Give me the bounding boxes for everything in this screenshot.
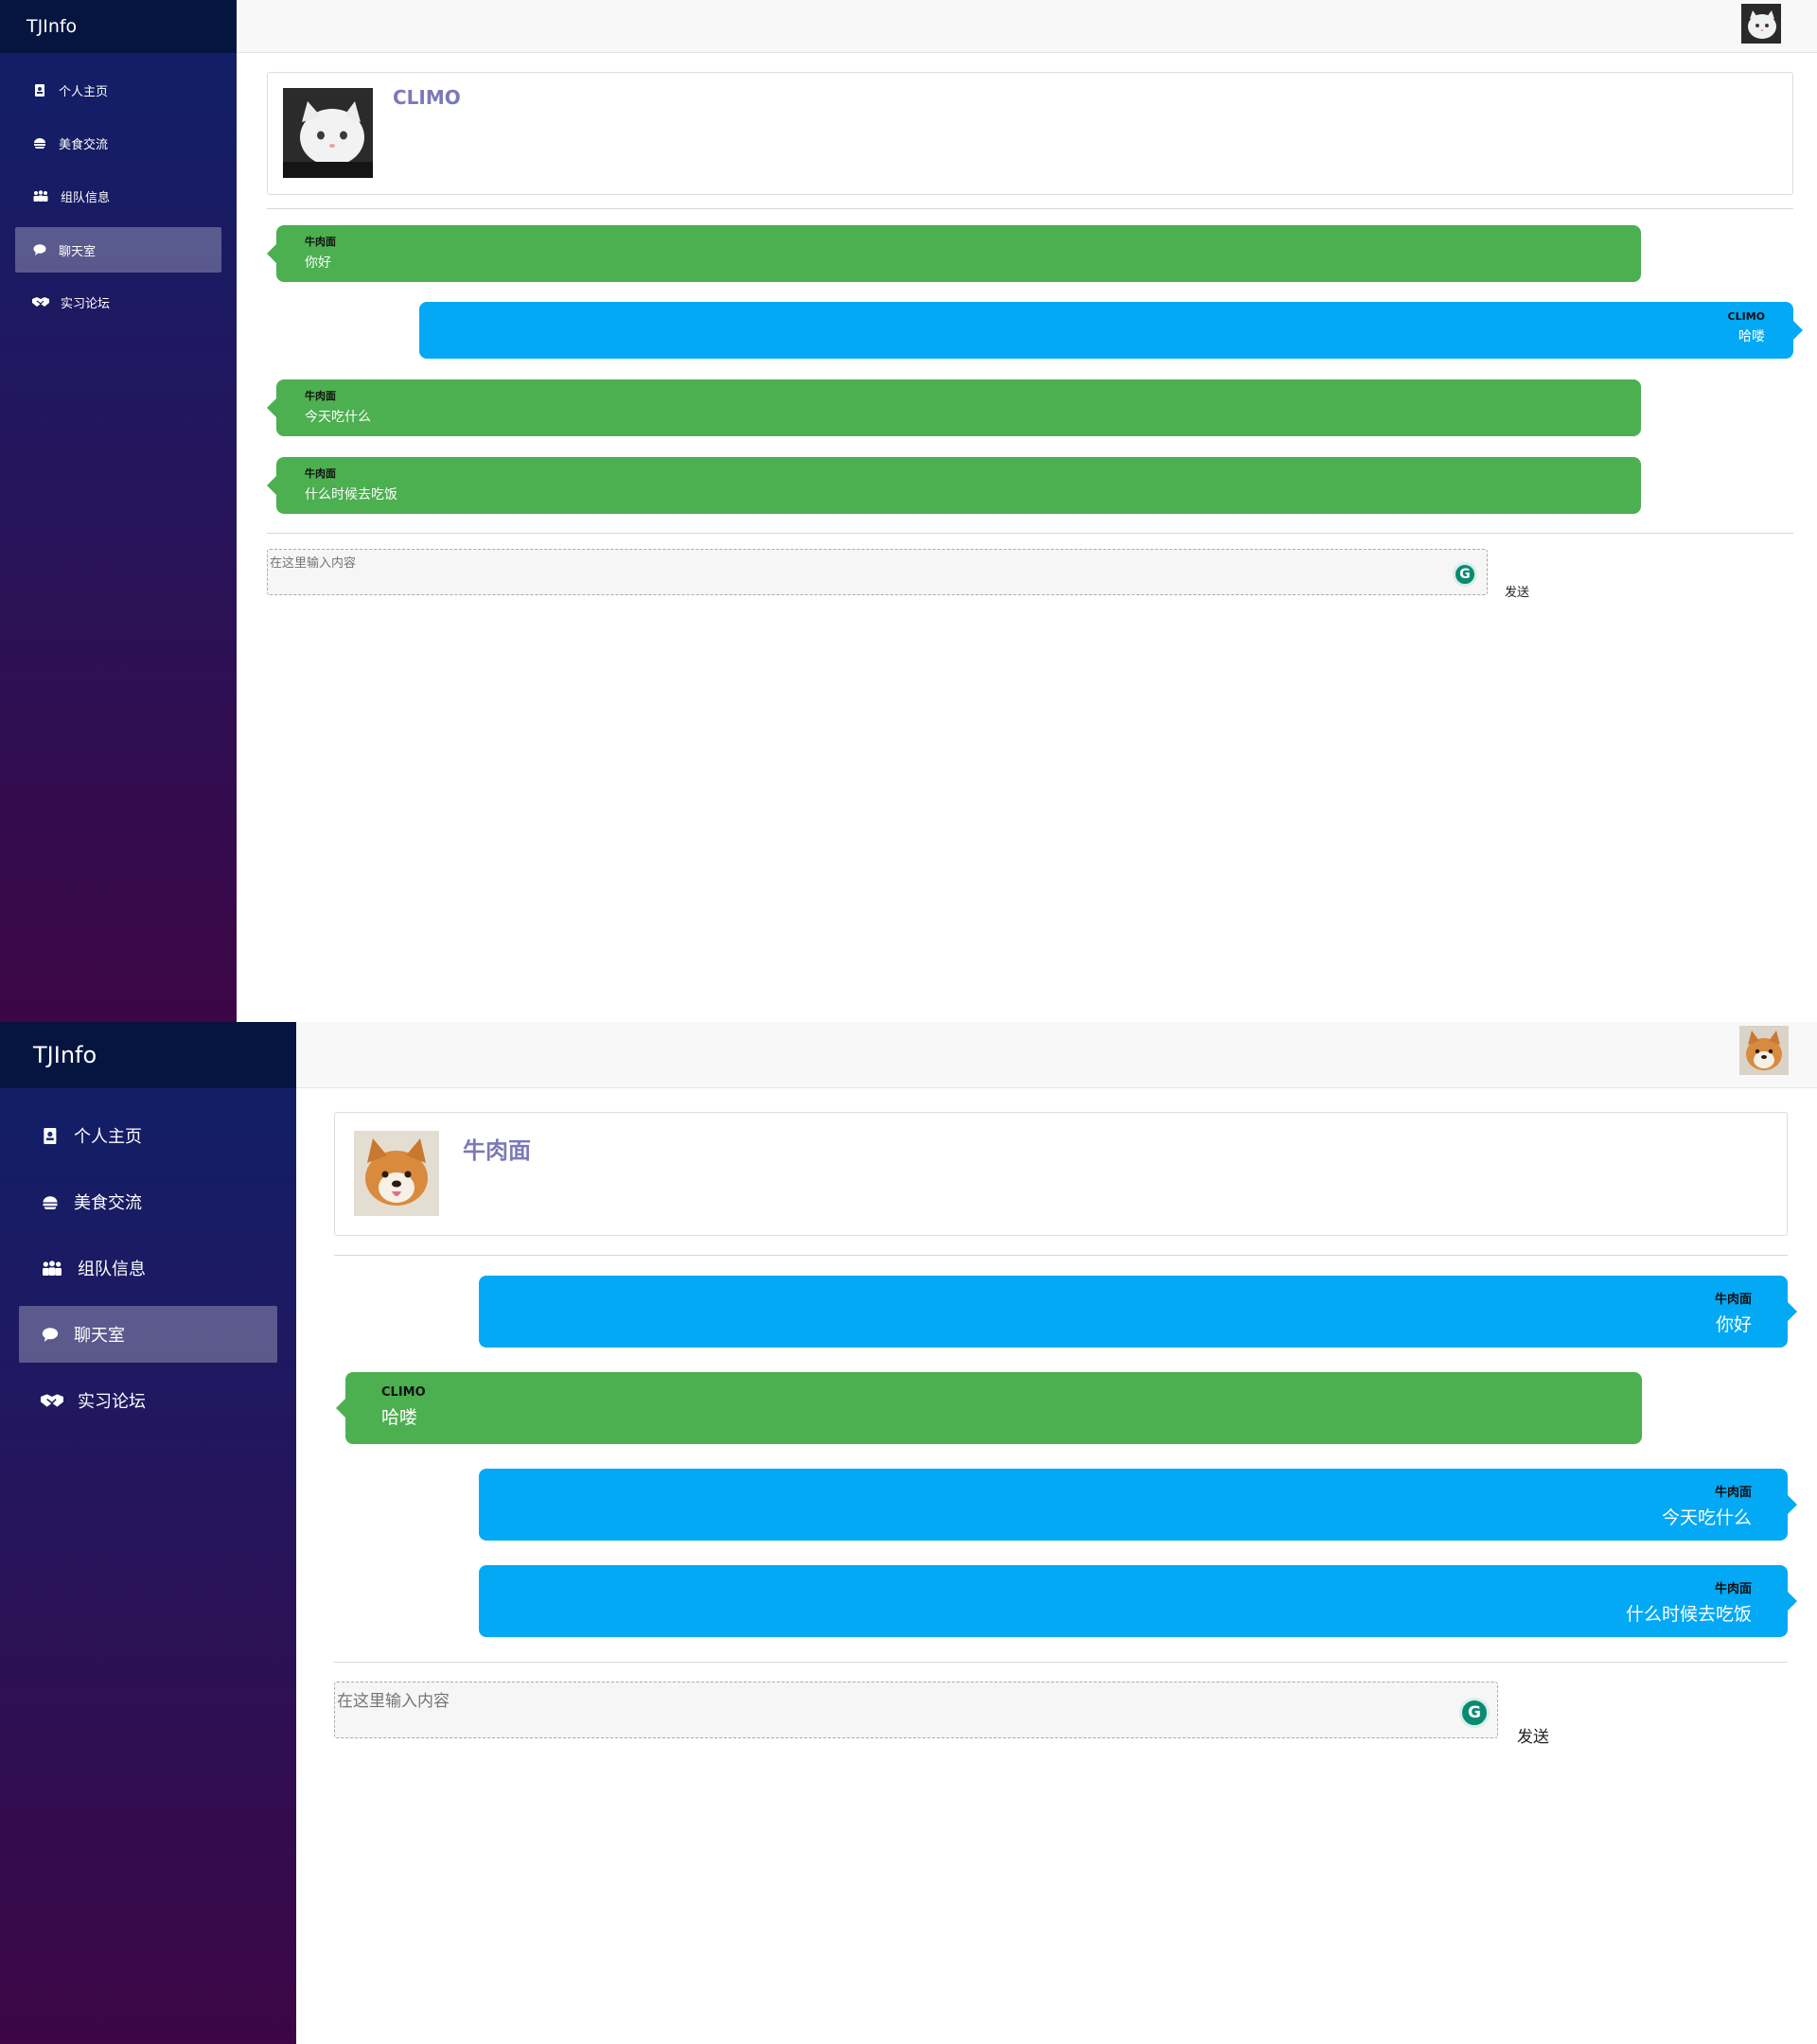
message-bubble: 牛肉面 什么时候去吃饭 xyxy=(479,1565,1797,1637)
profile-name: CLIMO xyxy=(393,86,461,109)
bubble-tail xyxy=(1792,320,1803,341)
chat-bubble-icon xyxy=(38,1327,62,1342)
user-avatar[interactable] xyxy=(1741,4,1781,44)
handshake-icon xyxy=(38,1393,66,1408)
sidebar-item-label: 美食交流 xyxy=(74,1193,142,1213)
message-text: 什么时候去吃饭 xyxy=(305,487,397,502)
profile-name: 牛肉面 xyxy=(463,1137,531,1164)
divider xyxy=(334,1662,1788,1663)
sidebar-item-food[interactable]: 美食交流 xyxy=(15,123,221,163)
bubble-tail xyxy=(267,243,277,264)
bubble-tail xyxy=(267,397,277,418)
message-bubble: 牛肉面 你好 xyxy=(479,1276,1797,1348)
profile-card: CLIMO xyxy=(267,72,1793,195)
message-input-wrapper: G xyxy=(267,549,1488,595)
message-text: 哈喽 xyxy=(1738,329,1765,344)
food-icon xyxy=(30,137,49,149)
message-text: 哈喽 xyxy=(381,1407,418,1428)
sidebar-item-label: 个人主页 xyxy=(59,84,109,99)
message-sender: 牛肉面 xyxy=(305,390,336,402)
message-sender: 牛肉面 xyxy=(305,467,336,480)
bubble-tail xyxy=(267,475,277,496)
message-bubble: 牛肉面 今天吃什么 xyxy=(479,1469,1797,1541)
message-bubble: CLIMO 哈喽 xyxy=(336,1372,1642,1444)
message-sender: 牛肉面 xyxy=(1714,1486,1752,1500)
profile-card: 牛肉面 xyxy=(334,1112,1788,1236)
chat-view-niuroumian: TJInfo 个人主页 美食交流 组队信息 聊天室 实习论坛 牛肉面 牛肉面 你… xyxy=(0,1022,1817,2044)
sidebar-item-team[interactable]: 组队信息 xyxy=(15,176,221,216)
message-text: 你好 xyxy=(305,256,331,271)
food-icon xyxy=(38,1195,62,1209)
message-bubble: 牛肉面 你好 xyxy=(267,225,1641,282)
bubble-tail xyxy=(1787,1494,1797,1515)
sidebar-item-label: 组队信息 xyxy=(61,190,111,205)
sidebar-item-label: 美食交流 xyxy=(59,137,109,152)
sidebar-item-team[interactable]: 组队信息 xyxy=(19,1242,277,1295)
message-text: 今天吃什么 xyxy=(1661,1507,1752,1528)
bubble-tail xyxy=(1787,1591,1797,1612)
message-sender: 牛肉面 xyxy=(305,236,336,248)
team-icon xyxy=(30,190,51,202)
topbar xyxy=(237,0,1817,53)
team-icon xyxy=(38,1260,66,1276)
dog-avatar-icon xyxy=(354,1131,439,1216)
sidebar-item-label: 个人主页 xyxy=(74,1127,142,1147)
bubble-tail xyxy=(336,1398,346,1418)
sidebar: TJInfo 个人主页 美食交流 组队信息 聊天室 实习论坛 xyxy=(0,0,237,1022)
handshake-icon xyxy=(30,296,51,308)
bubble-tail xyxy=(1787,1301,1797,1322)
sidebar-item-food[interactable]: 美食交流 xyxy=(19,1175,277,1228)
cat-avatar-icon xyxy=(283,88,373,178)
sidebar-item-forum[interactable]: 实习论坛 xyxy=(19,1374,277,1427)
sidebar-item-forum[interactable]: 实习论坛 xyxy=(15,282,221,322)
divider xyxy=(267,208,1793,209)
send-button[interactable]: 发送 xyxy=(1505,582,1529,600)
message-bubble: 牛肉面 今天吃什么 xyxy=(267,379,1641,436)
profile-photo xyxy=(283,88,373,178)
message-input[interactable] xyxy=(268,550,1487,594)
message-bubble: CLIMO 哈喽 xyxy=(419,302,1803,359)
brand-name: TJInfo xyxy=(26,16,78,37)
cat-avatar-icon xyxy=(1741,4,1781,44)
sidebar-item-label: 聊天室 xyxy=(59,244,97,259)
message-sender: CLIMO xyxy=(381,1385,426,1400)
sidebar-item-label: 聊天室 xyxy=(74,1326,125,1346)
sidebar-item-label: 实习论坛 xyxy=(78,1392,146,1412)
message-text: 今天吃什么 xyxy=(305,410,371,425)
profile-photo xyxy=(354,1131,439,1216)
message-text: 什么时候去吃饭 xyxy=(1625,1604,1752,1625)
sidebar: TJInfo 个人主页 美食交流 组队信息 聊天室 实习论坛 xyxy=(0,1022,296,2044)
message-sender: 牛肉面 xyxy=(1714,1582,1752,1596)
brand-name: TJInfo xyxy=(33,1042,97,1068)
message-input[interactable] xyxy=(335,1683,1497,1737)
chat-view-climo: TJInfo 个人主页 美食交流 组队信息 聊天室 实习论坛 CLIMO 牛肉面… xyxy=(0,0,1817,1022)
message-sender: CLIMO xyxy=(1727,310,1765,323)
sidebar-item-label: 组队信息 xyxy=(78,1260,146,1279)
user-avatar[interactable] xyxy=(1739,1026,1789,1075)
sidebar-item-chatroom[interactable]: 聊天室 xyxy=(15,227,221,273)
divider xyxy=(267,533,1793,534)
message-sender: 牛肉面 xyxy=(1714,1293,1752,1307)
message-bubble: 牛肉面 什么时候去吃饭 xyxy=(267,457,1641,514)
profile-card-icon xyxy=(30,83,49,97)
message-text: 你好 xyxy=(1715,1314,1752,1335)
profile-card-icon xyxy=(38,1127,62,1144)
brand-logo[interactable]: TJInfo xyxy=(0,1022,296,1088)
dog-avatar-icon xyxy=(1739,1026,1789,1075)
sidebar-item-chatroom[interactable]: 聊天室 xyxy=(19,1306,277,1363)
chat-bubble-icon xyxy=(30,244,49,256)
brand-logo[interactable]: TJInfo xyxy=(0,0,237,53)
sidebar-item-profile[interactable]: 个人主页 xyxy=(15,70,221,110)
message-input-wrapper: G xyxy=(334,1682,1498,1738)
grammar-assistant-icon[interactable]: G xyxy=(1453,562,1477,587)
topbar xyxy=(296,1022,1817,1088)
sidebar-item-label: 实习论坛 xyxy=(61,296,111,311)
grammar-assistant-icon[interactable]: G xyxy=(1459,1698,1490,1728)
divider xyxy=(334,1255,1788,1256)
sidebar-item-profile[interactable]: 个人主页 xyxy=(19,1109,277,1162)
send-button[interactable]: 发送 xyxy=(1517,1723,1549,1747)
